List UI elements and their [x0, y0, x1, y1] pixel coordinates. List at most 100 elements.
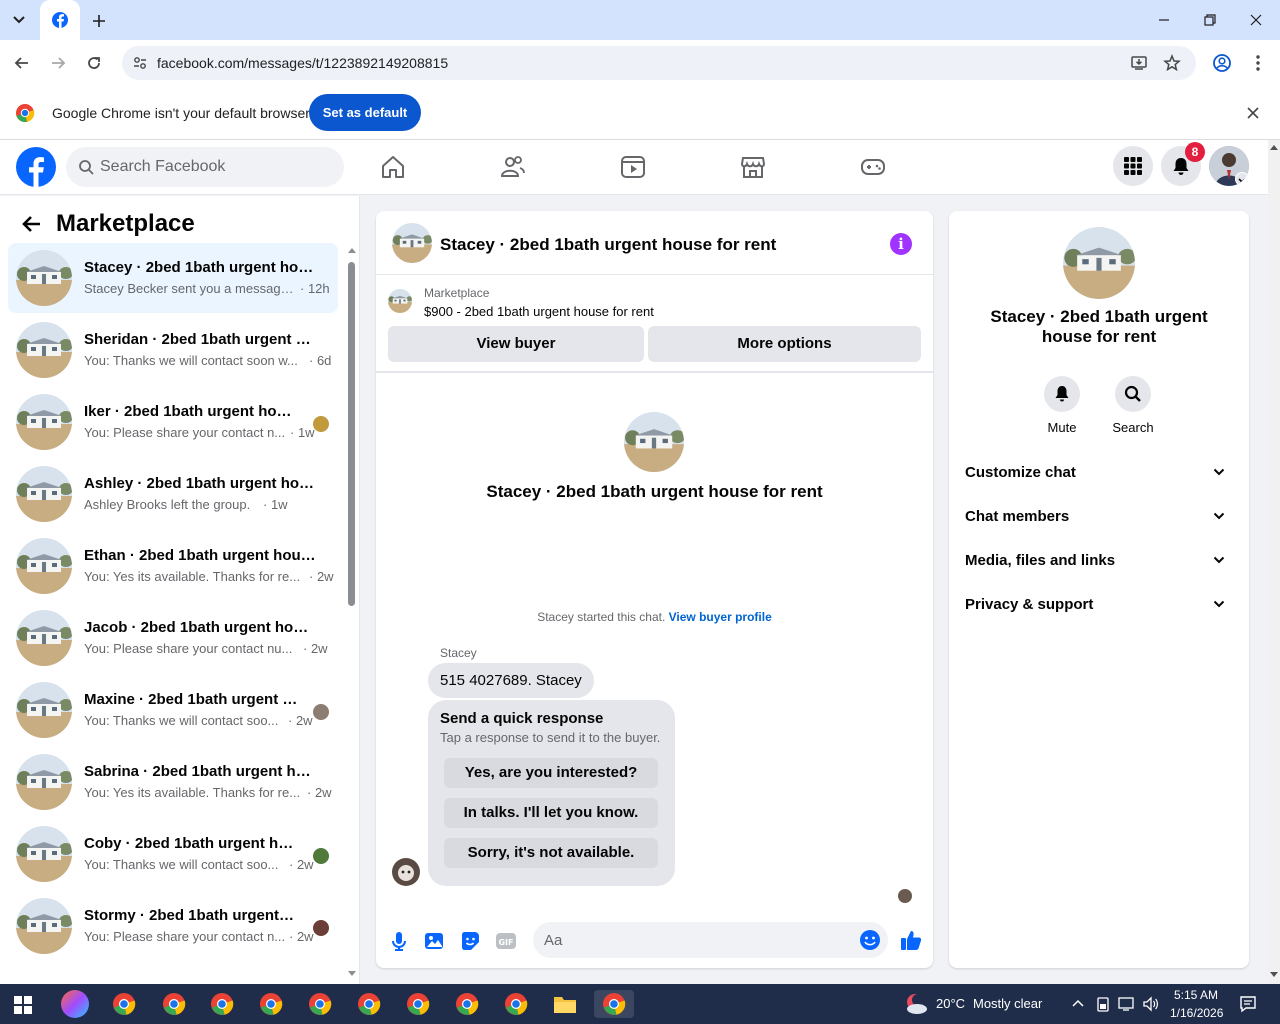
emoji-icon[interactable]	[859, 929, 881, 951]
clock-date[interactable]: 1/16/2026	[1170, 1006, 1223, 1020]
taskbar-app[interactable]	[594, 990, 634, 1018]
chat-header: Stacey · 2bed 1bath urgent house for ren…	[376, 211, 933, 275]
quick-response-card: Send a quick response Tap a response to …	[428, 700, 675, 886]
section-customize-chat[interactable]: Customize chat	[965, 453, 1233, 493]
restore-button[interactable]	[1202, 12, 1218, 28]
details-avatar[interactable]	[1063, 227, 1135, 299]
clock-time[interactable]: 5:15 AM	[1174, 988, 1218, 1002]
menu-button[interactable]	[1113, 146, 1153, 186]
chat-title[interactable]: Stacey · 2bed 1bath urgent house for ren…	[440, 235, 776, 255]
conversation-item[interactable]: Jacob · 2bed 1bath urgent house for rent…	[8, 603, 338, 673]
search-action[interactable]: Search	[1103, 376, 1163, 435]
forward-button[interactable]	[48, 53, 68, 73]
new-tab-button[interactable]	[90, 12, 108, 30]
nav-video[interactable]	[620, 154, 646, 180]
chat-info-button[interactable]: i	[890, 233, 912, 255]
conversation-item[interactable]: Coby · 2bed 1bath urgent house for rent Y…	[8, 819, 338, 889]
view-buyer-profile-link[interactable]: View buyer profile	[669, 610, 772, 624]
sidebar-scrollbar[interactable]	[345, 246, 357, 976]
nav-friends[interactable]	[500, 154, 526, 180]
listing-price-title[interactable]: $900 - 2bed 1bath urgent house for rent	[424, 304, 654, 319]
infobar-message: Google Chrome isn't your default browser	[52, 105, 310, 121]
close-window-button[interactable]	[1248, 12, 1264, 28]
sidebar-scroll-thumb[interactable]	[348, 262, 355, 606]
profile-button[interactable]	[1212, 53, 1232, 73]
minimize-button[interactable]	[1156, 12, 1172, 28]
quick-response-yes[interactable]: Yes, are you interested?	[444, 758, 658, 788]
reload-button[interactable]	[84, 53, 104, 73]
scroll-down-icon	[348, 971, 356, 976]
back-button[interactable]	[12, 53, 32, 73]
attach-photo-button[interactable]	[423, 930, 445, 952]
taskbar-app[interactable]	[110, 990, 138, 1018]
scroll-up-icon	[348, 248, 356, 253]
conversation-item[interactable]: Sabrina · 2bed 1bath urgent house for re…	[8, 747, 338, 817]
taskbar-app[interactable]	[257, 990, 285, 1018]
friends-icon	[500, 156, 525, 177]
view-buyer-button[interactable]: View buyer	[388, 326, 644, 362]
site-settings-icon[interactable]	[132, 55, 148, 71]
quick-response-in-talks[interactable]: In talks. I'll let you know.	[444, 798, 658, 828]
section-privacy-support[interactable]: Privacy & support	[965, 585, 1233, 625]
battery-icon[interactable]	[1096, 996, 1110, 1012]
tab-search-button[interactable]	[10, 12, 28, 28]
listing-thumbnail[interactable]	[388, 289, 412, 313]
notifications-button[interactable]: 8	[1161, 142, 1205, 186]
chevron-up-icon[interactable]	[1072, 998, 1084, 1008]
conversation-item[interactable]: Stormy · 2bed 1bath urgent house for ren…	[8, 891, 338, 961]
chrome-menu-button[interactable]	[1250, 53, 1266, 73]
mute-label: Mute	[1047, 420, 1077, 435]
mute-action[interactable]: Mute	[1032, 376, 1092, 435]
conversation-item[interactable]: Iker · 2bed 1bath urgent house for rent Y…	[8, 387, 338, 457]
conversation-item[interactable]: Stacey · 2bed 1bath urgent house for ren…	[8, 243, 338, 313]
sender-avatar[interactable]	[392, 858, 420, 886]
voice-clip-button[interactable]	[388, 930, 410, 952]
taskbar-app[interactable]	[208, 990, 236, 1018]
taskbar-app[interactable]	[502, 990, 530, 1018]
sticker-button[interactable]	[459, 930, 481, 952]
conversation-item[interactable]: Sheridan · 2bed 1bath urgent house for r…	[8, 315, 338, 385]
address-bar[interactable]: facebook.com/messages/t/1223892149208815	[122, 46, 1196, 80]
message-input[interactable]: Aa	[533, 922, 888, 958]
page-scrollbar[interactable]	[1268, 140, 1280, 984]
weather-widget[interactable]	[904, 992, 928, 1016]
notification-center-icon[interactable]	[1239, 995, 1257, 1013]
taskbar-app[interactable]	[306, 990, 334, 1018]
nav-marketplace[interactable]	[740, 154, 766, 180]
chrome-icon	[113, 993, 136, 1015]
conversation-item[interactable]: Ethan · 2bed 1bath urgent house for rent…	[8, 531, 338, 601]
account-avatar[interactable]	[1209, 146, 1249, 186]
copilot-taskbar-icon[interactable]	[61, 990, 89, 1018]
more-options-button[interactable]: More options	[648, 326, 921, 362]
taskbar-app[interactable]	[355, 990, 383, 1018]
nav-gaming[interactable]	[860, 154, 886, 180]
taskbar-app[interactable]	[160, 990, 188, 1018]
intro-name: Stacey · 2bed 1bath urgent house for ren…	[486, 482, 823, 501]
section-media-files-links[interactable]: Media, files and links	[965, 541, 1233, 581]
taskbar-app[interactable]	[404, 990, 432, 1018]
conversation-item[interactable]: Ashley · 2bed 1bath urgent house for ren…	[8, 459, 338, 529]
like-button[interactable]	[899, 928, 922, 950]
set-as-default-button[interactable]: Set as default	[309, 94, 421, 131]
section-chat-members[interactable]: Chat members	[965, 497, 1233, 537]
start-button[interactable]	[14, 996, 32, 1014]
browser-tab-facebook[interactable]	[40, 0, 80, 40]
infobar-close-button[interactable]	[1246, 106, 1260, 120]
photo-icon	[425, 933, 443, 949]
facebook-search[interactable]: Search Facebook	[66, 147, 344, 187]
gif-button[interactable]: GIF	[495, 930, 517, 952]
search-icon	[79, 160, 94, 175]
message-bubble[interactable]: 515 4027689. Stacey	[428, 663, 594, 698]
back-arrow-button[interactable]	[20, 212, 44, 236]
conversation-item[interactable]: Maxine · 2bed 1bath urgent house for ren…	[8, 675, 338, 745]
volume-icon[interactable]	[1142, 996, 1160, 1012]
taskbar-app[interactable]	[551, 990, 579, 1018]
nav-home[interactable]	[380, 154, 406, 180]
taskbar-app[interactable]	[453, 990, 481, 1018]
bookmark-star-icon[interactable]	[1163, 54, 1181, 72]
quick-response-not-available[interactable]: Sorry, it's not available.	[444, 838, 658, 868]
facebook-logo[interactable]	[16, 147, 56, 187]
chat-header-avatar[interactable]	[392, 223, 432, 263]
install-app-icon[interactable]	[1130, 54, 1148, 72]
network-icon[interactable]	[1118, 996, 1136, 1012]
